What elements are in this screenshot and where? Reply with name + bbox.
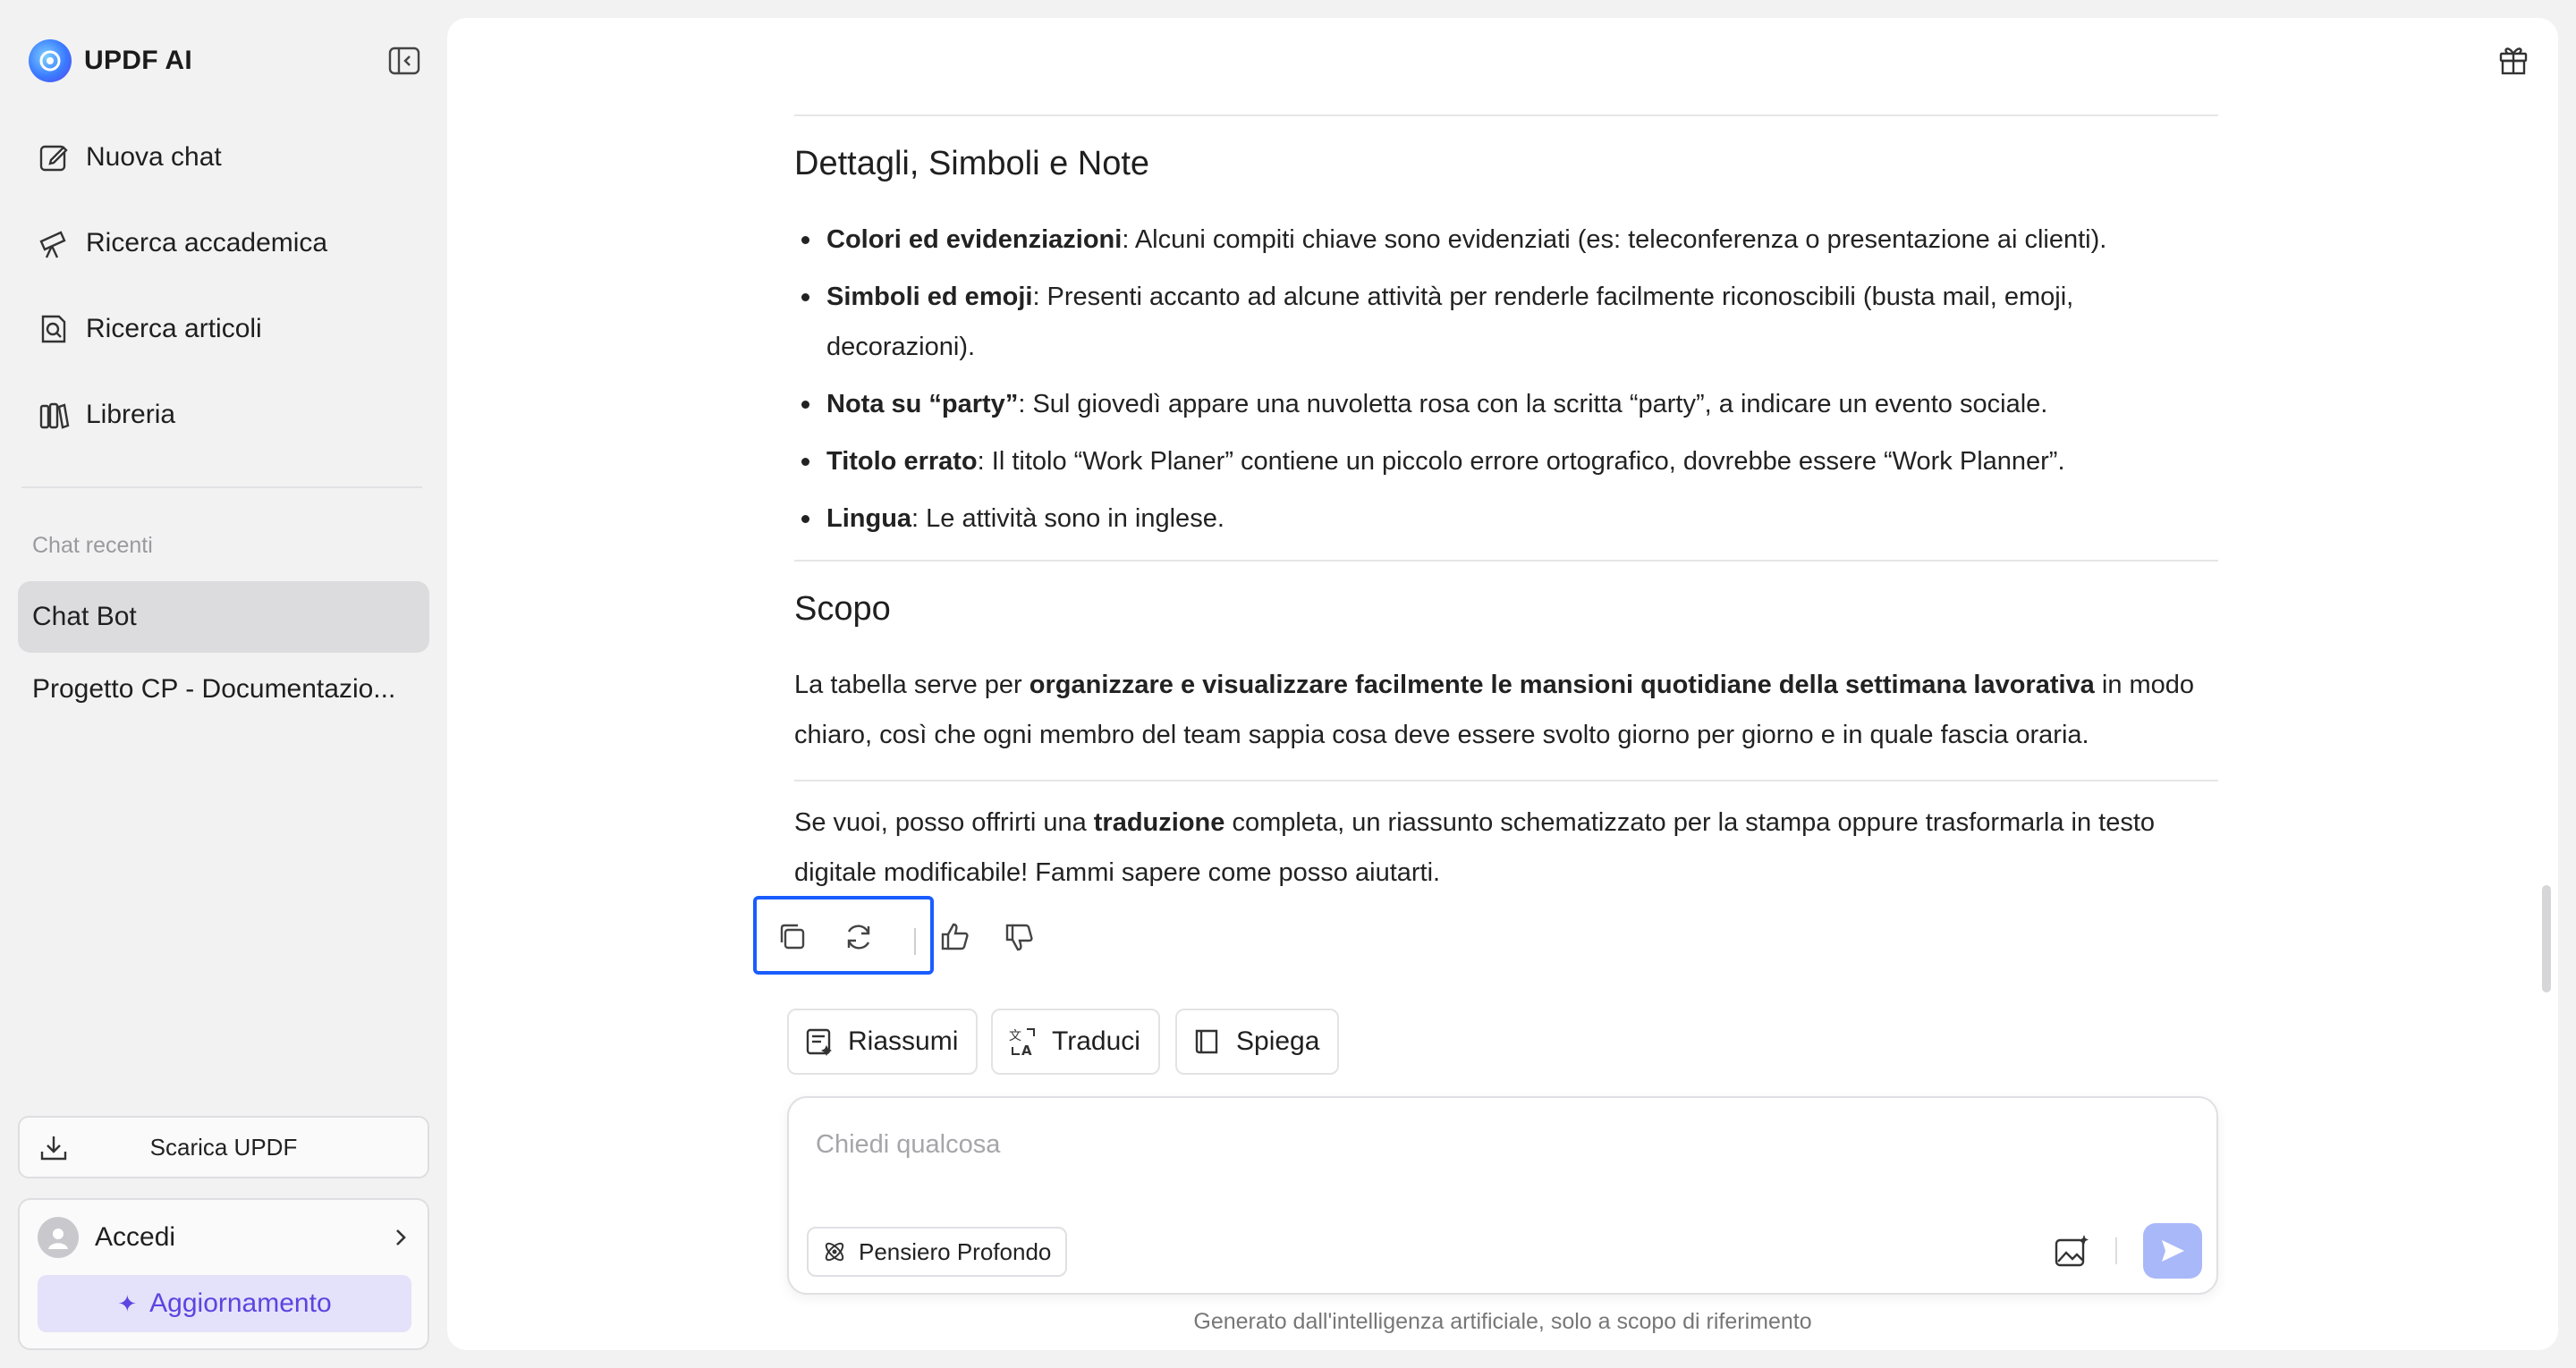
- brand[interactable]: UPDF AI: [29, 39, 192, 82]
- list-item: Simboli ed emoji: Presenti accanto ad al…: [794, 272, 2218, 372]
- send-icon: [2162, 1240, 2184, 1262]
- upgrade-button[interactable]: ✦ Aggiornamento: [38, 1275, 411, 1332]
- sparkle-icon: ✦: [117, 1289, 138, 1317]
- composer-separator: [2115, 1237, 2117, 1264]
- chat-input[interactable]: [816, 1125, 2157, 1164]
- sidebar-item-label: Libreria: [86, 400, 176, 429]
- sidebar-item-label: Nuova chat: [86, 142, 222, 172]
- translate-label: Traduci: [1052, 1026, 1140, 1056]
- section-heading: Dettagli, Simboli e Note: [794, 145, 1150, 182]
- atom-icon: [825, 1242, 844, 1262]
- explain-button[interactable]: Spiega: [1175, 1009, 1340, 1075]
- summarize-button[interactable]: Riassumi: [787, 1009, 979, 1075]
- ai-disclaimer: Generato dall'intelligenza artificiale, …: [1193, 1309, 1812, 1334]
- upgrade-label: Aggiornamento: [149, 1288, 332, 1318]
- chat-composer: Pensiero Profondo: [787, 1096, 2218, 1295]
- library-icon: [39, 402, 70, 429]
- svg-text:文: 文: [1009, 1029, 1021, 1043]
- section-divider: [794, 560, 2218, 562]
- translate-button[interactable]: 文 A Traduci: [991, 1009, 1160, 1075]
- sidebar-divider: [21, 486, 422, 488]
- deep-thinking-toggle[interactable]: Pensiero Profondo: [807, 1227, 1068, 1277]
- regenerate-icon[interactable]: [841, 919, 877, 955]
- recent-chat-item[interactable]: Chat Bot: [18, 581, 429, 653]
- sidebar: UPDF AI Nuova chat Ricerca accademica Ri…: [0, 0, 445, 1368]
- action-separator: [914, 928, 916, 955]
- updf-logo-icon: [29, 39, 72, 82]
- list-item: Titolo errato: Il titolo “Work Planer” c…: [794, 436, 2218, 486]
- copy-icon[interactable]: [775, 919, 810, 955]
- scrollbar-thumb[interactable]: [2542, 885, 2551, 992]
- thumbs-up-icon[interactable]: [937, 919, 973, 955]
- avatar: [38, 1217, 79, 1258]
- edit-icon: [39, 145, 68, 172]
- collapse-sidebar-button[interactable]: [386, 45, 422, 77]
- account-card: Accedi ✦ Aggiornamento: [18, 1198, 429, 1350]
- download-icon: [40, 1136, 67, 1161]
- download-updf-button[interactable]: Scarica UPDF: [18, 1116, 429, 1178]
- list-item: Nota su “party”: Sul giovedì appare una …: [794, 379, 2218, 429]
- search-document-icon: [41, 315, 66, 343]
- section-divider: [794, 780, 2218, 781]
- purpose-paragraph: La tabella serve per organizzare e visua…: [794, 671, 2195, 749]
- sidebar-item-new-chat[interactable]: Nuova chat: [18, 114, 429, 200]
- list-item: Lingua: Le attività sono in inglese.: [794, 494, 2218, 544]
- section-divider: [794, 114, 2218, 116]
- recent-chat-item[interactable]: Progetto CP - Documentazio...: [18, 654, 429, 725]
- deep-thinking-label: Pensiero Profondo: [859, 1237, 1052, 1265]
- download-label: Scarica UPDF: [149, 1133, 298, 1161]
- svg-text:A: A: [1021, 1043, 1032, 1058]
- send-button[interactable]: [2143, 1223, 2202, 1279]
- sidebar-item-library[interactable]: Libreria: [18, 372, 429, 458]
- book-icon: [1195, 1029, 1218, 1054]
- sidebar-collapse-icon: [388, 46, 420, 75]
- chat-panel: Dettagli, Simboli e Note Colori ed evide…: [447, 18, 2558, 1350]
- login-label: Accedi: [95, 1222, 176, 1252]
- sidebar-nav: Nuova chat Ricerca accademica Ricerca ar…: [18, 114, 429, 458]
- sidebar-item-label: Ricerca articoli: [86, 314, 262, 343]
- user-icon: [48, 1229, 68, 1249]
- explain-label: Spiega: [1236, 1026, 1320, 1056]
- sidebar-item-label: Ricerca accademica: [86, 228, 328, 258]
- image-upload-icon[interactable]: [2052, 1232, 2091, 1271]
- details-list: Colori ed evidenziazioni: Alcuni compiti…: [794, 215, 2218, 544]
- summarize-icon: [806, 1028, 832, 1056]
- brand-name: UPDF AI: [84, 46, 192, 75]
- list-item: Colori ed evidenziazioni: Alcuni compiti…: [794, 215, 2218, 265]
- sidebar-item-article-search[interactable]: Ricerca articoli: [18, 286, 429, 372]
- sidebar-item-academic-research[interactable]: Ricerca accademica: [18, 200, 429, 286]
- section-heading: Scopo: [794, 590, 891, 628]
- closing-paragraph: Se vuoi, posso offrirti una traduzione c…: [794, 808, 2156, 887]
- thumbs-down-icon[interactable]: [1002, 919, 1038, 955]
- summarize-label: Riassumi: [848, 1026, 959, 1056]
- telescope-icon: [39, 231, 66, 258]
- chevron-right-icon: [396, 1229, 406, 1246]
- gift-icon[interactable]: [2496, 41, 2531, 77]
- login-row[interactable]: Accedi: [38, 1216, 413, 1259]
- translate-icon: 文 A: [1009, 1028, 1035, 1058]
- recent-chats-title: Chat recenti: [32, 533, 153, 558]
